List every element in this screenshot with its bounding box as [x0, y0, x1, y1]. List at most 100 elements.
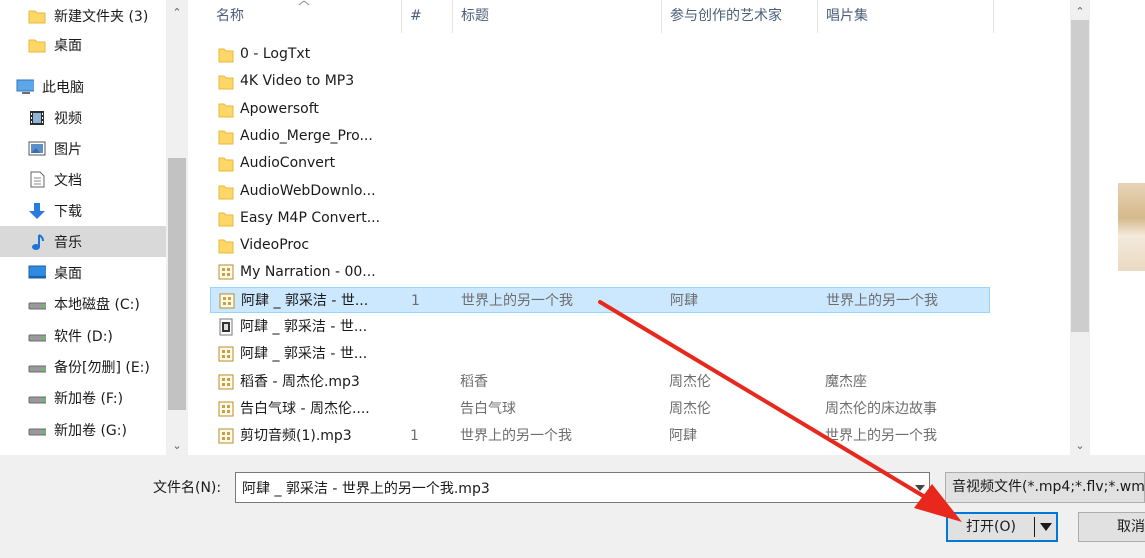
file-name: Audio_Merge_Pro...	[240, 127, 373, 144]
audio-file-icon	[218, 345, 234, 363]
drive-icon	[28, 389, 46, 407]
file-album: 世界上的另一个我	[826, 292, 938, 309]
folder-icon	[218, 72, 234, 90]
desktop-icon	[28, 264, 46, 282]
folder-icon	[218, 127, 234, 145]
file-type-filter-value: 音视频文件(*.mp4;*.flv;*.wm	[952, 479, 1145, 495]
column-number[interactable]: #	[402, 0, 453, 33]
nav-item[interactable]: 此电脑	[0, 71, 166, 102]
file-row[interactable]: AudioConvert	[210, 150, 990, 176]
column-header-row: 名称 # 标题 参与创作的艺术家 唱片集	[188, 0, 1070, 33]
file-track-number: 1	[410, 428, 419, 445]
nav-scrollbar-thumb[interactable]	[168, 158, 186, 410]
file-track-number: 1	[411, 292, 420, 309]
file-artist: 阿肆	[669, 428, 697, 445]
file-row[interactable]: 阿肆 _ 郭采洁 - 世...	[210, 314, 990, 340]
list-scrollbar-thumb[interactable]	[1071, 20, 1089, 332]
nav-item[interactable]: 桌面	[0, 257, 166, 288]
folder-icon	[218, 45, 234, 63]
list-scroll-up-icon[interactable]: ⌃	[1071, 2, 1089, 20]
open-button[interactable]: 打开(O)	[946, 512, 1058, 542]
nav-item[interactable]: 新加卷 (F:)	[0, 382, 166, 413]
file-row[interactable]: 阿肆 _ 郭采洁 - 世...	[210, 341, 990, 367]
file-name: 0 - LogTxt	[240, 46, 311, 62]
nav-item-label: 此电脑	[42, 79, 84, 96]
file-row[interactable]: My Narration - 00...	[210, 259, 990, 285]
file-row[interactable]: 稻香 - 周杰伦.mp3 稻香 周杰伦 魔杰座	[210, 369, 990, 395]
file-row[interactable]: Audio_Merge_Pro...	[210, 123, 990, 149]
file-artist: 阿肆	[670, 292, 698, 309]
nav-item[interactable]: 新加卷 (G:)	[0, 414, 166, 445]
file-name: My Narration - 00...	[240, 264, 376, 281]
nav-item-label: 桌面	[54, 37, 82, 54]
file-row[interactable]: 告白气球 - 周杰伦.... 告白气球 周杰伦 周杰伦的床边故事	[210, 396, 990, 422]
nav-item-label: 图片	[54, 141, 82, 158]
file-row[interactable]: 阿肆 _ 郭采洁 - 世... 1 世界上的另一个我 阿肆 世界上的另一个我	[210, 286, 990, 313]
nav-item-label: 桌面	[54, 265, 82, 282]
nav-item-label: 视频	[54, 110, 82, 127]
nav-item[interactable]: 备份[勿删] (E:)	[0, 351, 166, 382]
download-icon	[28, 202, 46, 220]
nav-item[interactable]: 视频	[0, 102, 166, 133]
audio-file-icon	[219, 292, 235, 310]
file-name: 阿肆 _ 郭采洁 - 世...	[240, 346, 368, 363]
file-row[interactable]: 剪切音频(1).mp3 1 世界上的另一个我 阿肆 世界上的另一个我	[210, 423, 990, 449]
nav-item[interactable]: 本地磁盘 (C:)	[0, 288, 166, 319]
file-title: 稻香	[460, 373, 488, 390]
file-row[interactable]: AudioWebDownlo...	[210, 178, 990, 204]
column-artist[interactable]: 参与创作的艺术家	[662, 0, 818, 33]
file-title: 世界上的另一个我	[461, 292, 573, 309]
music-icon	[28, 233, 46, 251]
file-row[interactable]: VideoProc	[210, 232, 990, 258]
folder-icon	[218, 100, 234, 118]
computer-icon	[16, 78, 34, 96]
file-album: 世界上的另一个我	[825, 428, 937, 445]
file-name: Easy M4P Convert...	[240, 209, 381, 226]
nav-item[interactable]: 新建文件夹 (3)	[0, 0, 166, 31]
folder-icon	[218, 236, 234, 254]
file-name: 稻香 - 周杰伦.mp3	[240, 373, 360, 390]
nav-item-label: 新加卷 (G:)	[54, 422, 127, 439]
column-title[interactable]: 标题	[453, 0, 662, 33]
file-album: 魔杰座	[825, 373, 867, 390]
nav-item[interactable]: 下载	[0, 195, 166, 226]
nav-item-label: 音乐	[54, 234, 82, 251]
nav-scroll-down-icon[interactable]: ⌄	[168, 436, 186, 454]
folder-icon	[218, 209, 234, 227]
file-row[interactable]: 0 - LogTxt	[210, 41, 990, 67]
file-artist: 周杰伦	[669, 400, 711, 417]
picture-icon	[28, 140, 46, 158]
list-scroll-down-icon[interactable]: ⌄	[1071, 436, 1089, 454]
filename-input[interactable]	[235, 472, 930, 503]
file-name: 剪切音频(1).mp3	[240, 428, 352, 445]
nav-item-label: 文档	[54, 172, 82, 189]
nav-scroll-up-icon[interactable]: ⌃	[168, 3, 186, 21]
filename-dropdown-icon[interactable]	[910, 473, 929, 502]
drive-icon	[28, 295, 46, 313]
file-row[interactable]: Apowersoft	[210, 96, 990, 122]
nav-item-label: 新加卷 (F:)	[54, 390, 124, 407]
folder-icon	[218, 182, 234, 200]
file-name: 4K Video to MP3	[240, 73, 355, 90]
file-name: 告白气球 - 周杰伦....	[240, 400, 370, 417]
audio-file-icon	[218, 427, 234, 445]
file-name: AudioConvert	[240, 155, 336, 172]
file-name: Apowersoft	[240, 100, 319, 117]
filename-label: 文件名(N):	[153, 480, 222, 496]
nav-item[interactable]: 音乐	[0, 226, 166, 257]
file-name: VideoProc	[240, 237, 310, 254]
file-type-filter[interactable]: 音视频文件(*.mp4;*.flv;*.wm	[945, 472, 1145, 503]
nav-item[interactable]: 文档	[0, 164, 166, 195]
open-button-label[interactable]: 打开(O)	[948, 514, 1034, 540]
nav-item[interactable]: 桌面	[0, 29, 166, 60]
audio-file-icon	[218, 400, 234, 418]
open-dropdown-icon[interactable]	[1035, 514, 1056, 540]
file-row[interactable]: Easy M4P Convert...	[210, 205, 990, 231]
column-album[interactable]: 唱片集	[818, 0, 994, 33]
nav-item[interactable]: 软件 (D:)	[0, 320, 166, 351]
video-icon	[28, 109, 46, 127]
nav-item[interactable]: 图片	[0, 133, 166, 164]
file-row[interactable]: 4K Video to MP3	[210, 68, 990, 94]
cancel-button[interactable]: 取消	[1078, 512, 1145, 542]
nav-item-label: 备份[勿删] (E:)	[54, 359, 150, 376]
